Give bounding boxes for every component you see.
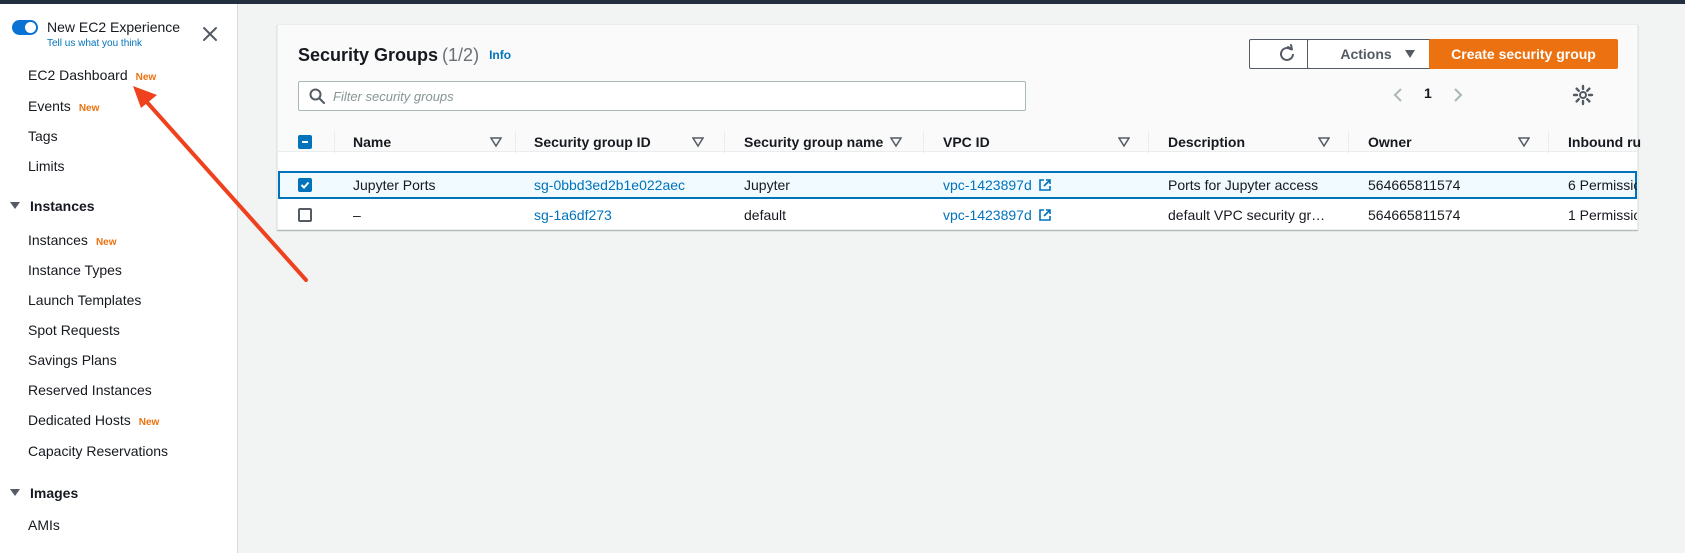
annotation-arrow: [133, 86, 308, 282]
